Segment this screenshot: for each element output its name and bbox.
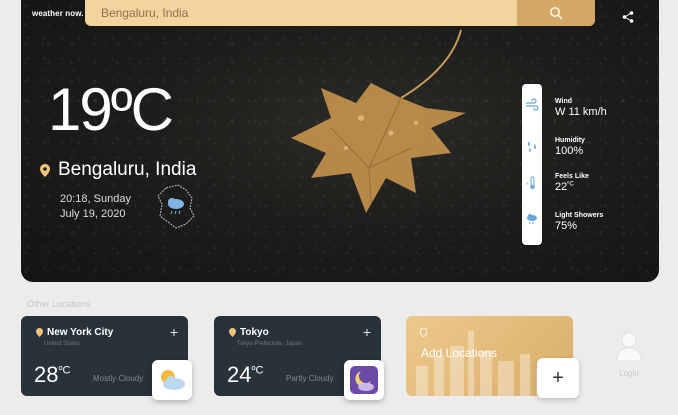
add-location-button[interactable]: + <box>363 324 371 340</box>
current-location: Bengaluru, India <box>40 159 196 181</box>
location-pin-icon <box>36 328 43 337</box>
droplets-icon <box>528 141 536 152</box>
search-input[interactable] <box>85 0 517 26</box>
current-temperature: 19ºC <box>48 76 174 143</box>
location-condition: Mostly Cloudy <box>93 374 144 383</box>
sun-cloud-icon <box>161 370 185 390</box>
time-day: 20:18, Sunday <box>60 193 131 205</box>
stat-feels-like: Feels Like 22ºC <box>555 173 589 193</box>
wind-icon <box>526 98 539 111</box>
add-location-button[interactable]: + <box>170 324 178 340</box>
location-pin-icon <box>229 328 236 337</box>
location-name: New York City <box>47 327 114 338</box>
weather-icon-tile <box>152 360 192 400</box>
date-time: 20:18, Sunday July 19, 2020 <box>60 192 131 222</box>
stats-icon-strip <box>522 84 542 245</box>
login-label: Login <box>619 369 639 378</box>
weather-icon-tile <box>344 360 384 400</box>
stat-light-showers: Light Showers 75% <box>555 212 604 232</box>
location-pin-icon <box>420 328 427 337</box>
rain-cloud-icon <box>527 214 537 225</box>
search-icon <box>550 7 563 20</box>
stat-wind: Wind W 11 km/h <box>555 98 607 118</box>
location-pin-icon <box>40 163 50 177</box>
search-button[interactable] <box>517 0 595 26</box>
plus-icon: + <box>552 366 564 389</box>
brand-logo: weather now. <box>32 9 84 18</box>
moon-cloud-icon <box>350 366 378 394</box>
other-locations-title: Other Locations <box>27 299 91 309</box>
rain-cloud-icon <box>168 198 184 215</box>
region-map-icon <box>157 184 195 229</box>
location-name: Tokyo <box>240 327 269 338</box>
share-icon[interactable] <box>621 10 635 24</box>
thermometer-icon <box>526 176 535 190</box>
date: July 19, 2020 <box>60 208 126 220</box>
location-region: United States <box>44 341 81 347</box>
location-region: Tokyo Prefecture, Japan <box>237 341 302 347</box>
add-locations-button[interactable]: + <box>537 358 579 398</box>
leaf-illustration <box>291 29 466 213</box>
temperature-unit: ºC <box>110 76 174 143</box>
user-icon <box>616 332 642 362</box>
add-locations-label: Add Locations <box>421 346 498 360</box>
location-temperature: 28ºC <box>34 362 71 387</box>
location-temperature: 24ºC <box>227 362 264 387</box>
stat-humidity: Humidity 100% <box>555 137 585 157</box>
search-bar <box>85 0 595 26</box>
location-condition: Partly Cloudy <box>286 374 334 383</box>
login-button[interactable]: Login <box>613 331 645 378</box>
city-name: Bengaluru, India <box>58 159 197 180</box>
